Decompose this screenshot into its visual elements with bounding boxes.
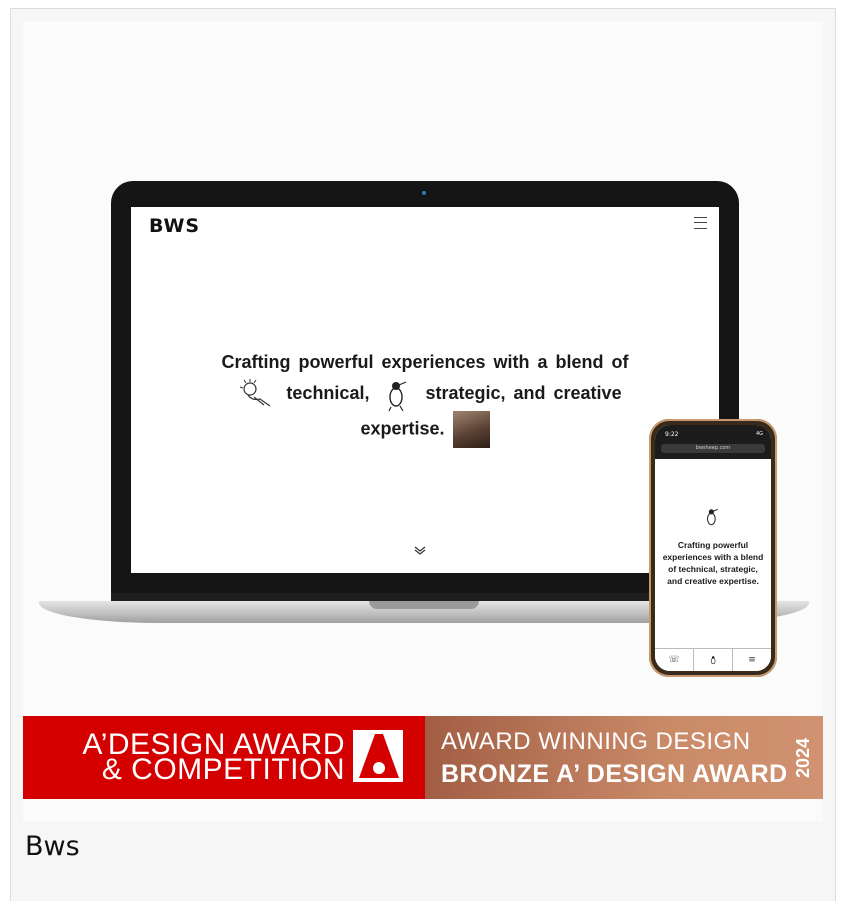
award-year: 2024 bbox=[793, 737, 813, 779]
award-winning-label: AWARD WINNING DESIGN bbox=[441, 728, 751, 755]
bird-logo-icon[interactable] bbox=[694, 649, 733, 671]
headline-line-3: expertise. bbox=[185, 411, 665, 448]
project-image[interactable]: BWS Crafting powerful experiences with a… bbox=[23, 21, 823, 821]
phone-tab-bar: ☏ ≡ bbox=[655, 648, 771, 671]
award-banner-right: AWARD WINNING DESIGN BRONZE A’ DESIGN AW… bbox=[425, 716, 823, 799]
chevron-down-icon[interactable] bbox=[414, 545, 426, 555]
site-logo: BWS bbox=[149, 215, 201, 237]
hero-headline: Crafting powerful experiences with a ble… bbox=[185, 347, 665, 448]
phone-headline: Crafting powerful experiences with a ble… bbox=[662, 540, 764, 586]
headline-line-2: technical, strategic, and creative bbox=[185, 377, 665, 411]
award-title-line-2: & COMPETITION bbox=[101, 753, 345, 786]
headline-expertise: expertise. bbox=[360, 418, 445, 439]
award-banner-left: A’DESIGN AWARD & COMPETITION bbox=[23, 716, 425, 799]
bird-doodle-icon bbox=[388, 381, 407, 411]
design-card[interactable]: BWS Crafting powerful experiences with a… bbox=[10, 8, 836, 901]
phone-url-bar: bwsheep.com bbox=[661, 444, 765, 453]
a-design-award-logo-icon bbox=[353, 730, 403, 782]
phone-signal: 4G bbox=[755, 431, 763, 437]
bird-doodle-icon bbox=[706, 508, 718, 526]
headline-strategic: strategic, and creative bbox=[425, 382, 622, 403]
laptop-mockup: BWS Crafting powerful experiences with a… bbox=[111, 181, 739, 601]
laptop-hinge bbox=[111, 593, 739, 601]
menu-icon[interactable]: ≡ bbox=[733, 649, 771, 671]
laptop-screen: BWS Crafting powerful experiences with a… bbox=[131, 207, 719, 573]
laptop-camera bbox=[422, 191, 426, 195]
laptop-notch bbox=[369, 601, 479, 609]
phone-screen: 9:22 4G bwsheep.com Crafting powerful ex… bbox=[655, 425, 771, 671]
photo-thumbnail bbox=[452, 411, 490, 448]
lightbulb-hand-doodle-icon bbox=[240, 379, 271, 407]
phone-status-bar: 9:22 4G bwsheep.com bbox=[655, 425, 771, 459]
headline-technical: technical, bbox=[286, 382, 370, 403]
phone-mockup: 9:22 4G bwsheep.com Crafting powerful ex… bbox=[649, 419, 777, 677]
hamburger-menu-icon bbox=[694, 217, 707, 229]
project-title[interactable]: Bws bbox=[25, 831, 80, 862]
headline-line-1: Crafting powerful experiences with a ble… bbox=[221, 352, 629, 372]
whatsapp-icon[interactable]: ☏ bbox=[655, 649, 694, 671]
award-level-label: BRONZE A’ DESIGN AWARD bbox=[441, 760, 788, 788]
phone-time: 9:22 bbox=[665, 431, 679, 438]
